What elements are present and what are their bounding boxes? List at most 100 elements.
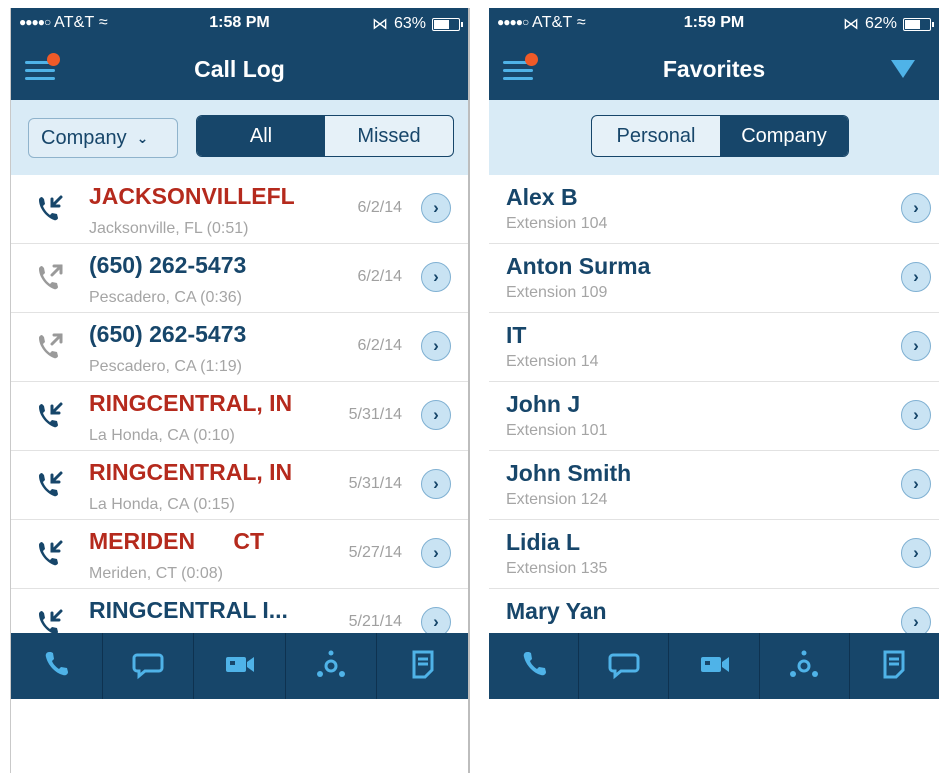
favorite-contact-row[interactable]: Alex B Extension 104 ›: [489, 175, 939, 244]
chevron-down-icon: ⌄: [136, 129, 149, 146]
tab-phone[interactable]: [489, 633, 580, 699]
contact-name: Mary Yan: [506, 598, 607, 624]
phone-icon: [39, 647, 73, 686]
contact-name: Lidia L: [506, 529, 581, 555]
call-log-screen: ●●●●○ AT&T ≈ 1:58 PM ⋈ 63% Call Log Comp…: [10, 8, 470, 773]
call-date: 5/27/14: [348, 544, 402, 561]
chevron-right-icon[interactable]: ›: [901, 607, 931, 633]
contact-extension: Extension 124: [506, 491, 608, 508]
caller-name: JACKSONVILLEFL: [89, 183, 295, 209]
bluetooth-icon: ⋈: [842, 16, 859, 33]
battery-icon: [903, 17, 934, 31]
caller-name: (650) 262-5473: [89, 321, 247, 347]
filter-triangle-icon[interactable]: [891, 60, 915, 78]
contact-extension: Extension 101: [506, 422, 608, 439]
chevron-right-icon[interactable]: ›: [421, 193, 451, 223]
status-bar: ●●●●○ AT&T ≈ 1:59 PM ⋈ 62%: [489, 8, 939, 38]
filter-bar: Personal Company: [489, 100, 939, 175]
favorite-contact-row[interactable]: John Smith Extension 124 ›: [489, 451, 939, 520]
call-date: 5/31/14: [348, 475, 402, 492]
bluetooth-icon: ⋈: [371, 16, 388, 33]
favorites-segmented-control: Personal Company: [591, 115, 849, 157]
message-icon: [607, 647, 641, 686]
call-log-row[interactable]: RINGCENTRAL, IN La Honda, CA (0:10) 5/31/1…: [11, 382, 468, 451]
tab-conference[interactable]: [286, 633, 378, 699]
filter-bar: Company ⌄ All Missed: [11, 100, 468, 175]
navigation-bar: Call Log: [11, 38, 468, 100]
tab-message[interactable]: [103, 633, 195, 699]
tab-fax[interactable]: [377, 633, 468, 699]
incoming-call-icon: [33, 193, 67, 227]
chevron-right-icon[interactable]: ›: [901, 262, 931, 292]
outgoing-call-icon: [33, 331, 67, 365]
chevron-right-icon[interactable]: ›: [901, 538, 931, 568]
chevron-right-icon[interactable]: ›: [901, 469, 931, 499]
video-icon: [222, 647, 256, 686]
battery-percent: 63%: [393, 15, 426, 32]
call-log-row[interactable]: (650) 262-5473 Pescadero, CA (0:36) 6/2/14…: [11, 244, 468, 313]
call-location-duration: La Honda, CA (0:10): [89, 427, 235, 444]
call-log-list: JACKSONVILLEFL Jacksonville, FL (0:51) 6/2…: [11, 175, 468, 633]
segment-company[interactable]: Company: [720, 116, 848, 156]
page-title: Favorites: [662, 56, 766, 82]
contact-extension: Extension 109: [506, 284, 608, 301]
navigation-bar: Favorites: [489, 38, 939, 100]
chevron-right-icon[interactable]: ›: [901, 193, 931, 223]
segment-personal[interactable]: Personal: [592, 116, 720, 156]
company-dropdown[interactable]: Company ⌄: [28, 118, 178, 158]
contact-extension: Extension 14: [506, 353, 599, 370]
battery-icon: [432, 17, 463, 31]
tab-fax[interactable]: [850, 633, 939, 699]
chevron-right-icon[interactable]: ›: [421, 262, 451, 292]
caller-name: RINGCENTRAL, IN: [89, 390, 293, 416]
fax-icon: [877, 647, 911, 686]
favorite-contact-row[interactable]: Lidia L Extension 135 ›: [489, 520, 939, 589]
tab-conference[interactable]: [760, 633, 850, 699]
call-date: 6/2/14: [357, 199, 402, 216]
phone-icon: [517, 647, 551, 686]
bottom-tab-bar: [489, 633, 939, 699]
chevron-right-icon[interactable]: ›: [421, 400, 451, 430]
call-location-duration: Jacksonville, FL (0:51): [89, 220, 249, 237]
chevron-right-icon[interactable]: ›: [901, 400, 931, 430]
contact-name: IT: [506, 322, 527, 348]
chevron-right-icon[interactable]: ›: [901, 331, 931, 361]
battery-percent: 62%: [864, 15, 897, 32]
tab-phone[interactable]: [11, 633, 103, 699]
call-location-duration: Meriden, CT (0:08): [89, 565, 223, 582]
favorite-contact-row[interactable]: Mary Yan ›: [489, 589, 939, 633]
caller-name: RINGCENTRAL, IN: [89, 459, 293, 485]
chevron-right-icon[interactable]: ›: [421, 469, 451, 499]
call-log-row[interactable]: MERIDEN CT Meriden, CT (0:08) 5/27/14 ›: [11, 520, 468, 589]
segment-missed[interactable]: Missed: [325, 116, 453, 156]
incoming-call-icon: [33, 538, 67, 572]
contact-name: Anton Surma: [506, 253, 651, 279]
call-log-row[interactable]: (650) 262-5473 Pescadero, CA (1:19) 6/2/14…: [11, 313, 468, 382]
call-date: 5/21/14: [348, 613, 402, 630]
conference-icon: [787, 647, 821, 686]
favorite-contact-row[interactable]: Anton Surma Extension 109 ›: [489, 244, 939, 313]
company-dropdown-label: Company: [41, 126, 127, 149]
chevron-right-icon[interactable]: ›: [421, 538, 451, 568]
chevron-right-icon[interactable]: ›: [421, 331, 451, 361]
call-log-row[interactable]: RINGCENTRAL I... 5/21/14 ›: [11, 589, 468, 633]
call-log-row[interactable]: JACKSONVILLEFL Jacksonville, FL (0:51) 6/2…: [11, 175, 468, 244]
call-log-row[interactable]: RINGCENTRAL, IN La Honda, CA (0:15) 5/31/1…: [11, 451, 468, 520]
incoming-call-icon: [33, 607, 67, 633]
favorite-contact-row[interactable]: John J Extension 101 ›: [489, 382, 939, 451]
contact-name: John J: [506, 391, 581, 417]
tab-video[interactable]: [669, 633, 760, 699]
call-location-duration: Pescadero, CA (0:36): [89, 289, 242, 306]
favorites-screen: ●●●●○ AT&T ≈ 1:59 PM ⋈ 62% Favorites Per…: [489, 8, 939, 773]
segment-all[interactable]: All: [197, 116, 325, 156]
video-icon: [697, 647, 731, 686]
battery-indicator: ⋈ 62%: [842, 14, 934, 34]
tab-video[interactable]: [194, 633, 286, 699]
contact-name: Alex B: [506, 184, 578, 210]
tab-message[interactable]: [579, 633, 670, 699]
fax-icon: [406, 647, 440, 686]
incoming-call-icon: [33, 400, 67, 434]
favorite-contact-row[interactable]: IT Extension 14 ›: [489, 313, 939, 382]
contact-extension: Extension 135: [506, 560, 608, 577]
chevron-right-icon[interactable]: ›: [421, 607, 451, 633]
